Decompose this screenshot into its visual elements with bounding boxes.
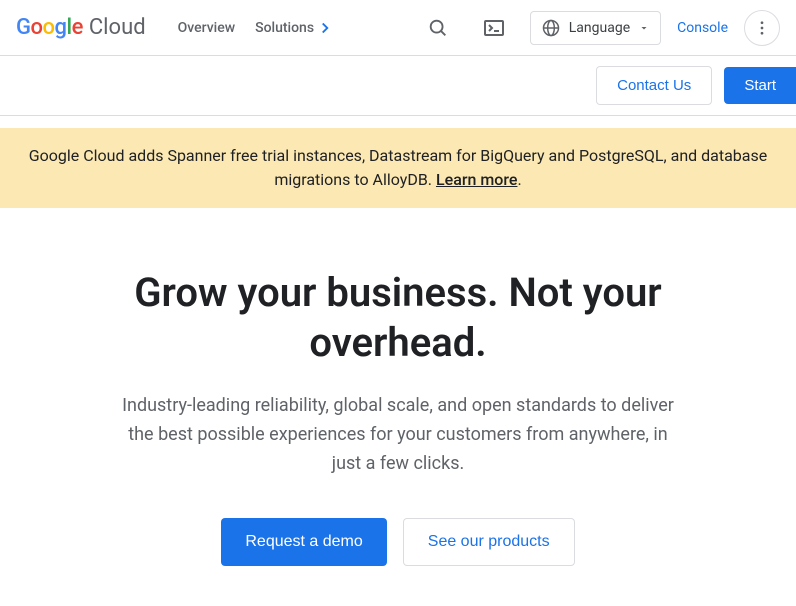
- nav-overview[interactable]: Overview: [178, 20, 235, 36]
- announcement-banner: Google Cloud adds Spanner free trial ins…: [0, 128, 796, 208]
- hero-subtitle: Industry-leading reliability, global sca…: [118, 392, 678, 478]
- hero-section: Grow your business. Not your overhead. I…: [0, 208, 796, 606]
- see-products-button[interactable]: See our products: [403, 518, 575, 566]
- nav-solutions[interactable]: Solutions: [255, 19, 334, 37]
- nav-solutions-label: Solutions: [255, 20, 314, 36]
- primary-nav: Overview Solutions: [178, 19, 334, 37]
- more-vertical-icon: [753, 19, 771, 37]
- contact-us-button[interactable]: Contact Us: [596, 66, 712, 105]
- language-label: Language: [569, 20, 630, 36]
- banner-period: .: [517, 170, 521, 189]
- more-menu-button[interactable]: [744, 10, 780, 46]
- hero-actions: Request a demo See our products: [80, 518, 716, 566]
- globe-icon: [541, 18, 561, 38]
- search-button[interactable]: [418, 8, 458, 48]
- language-selector[interactable]: Language: [530, 11, 661, 45]
- logo-cloud-text: Cloud: [89, 15, 146, 40]
- console-link[interactable]: Console: [677, 20, 728, 36]
- caret-down-icon: [638, 22, 650, 34]
- hero-title: Grow your business. Not your overhead.: [80, 268, 716, 368]
- terminal-icon: [482, 16, 506, 40]
- request-demo-button[interactable]: Request a demo: [221, 518, 386, 566]
- chevron-right-icon: [316, 19, 334, 37]
- banner-learn-more-link[interactable]: Learn more: [436, 170, 517, 189]
- cloud-shell-button[interactable]: [474, 8, 514, 48]
- logo[interactable]: Google Cloud: [16, 15, 146, 40]
- search-icon: [427, 17, 449, 39]
- logo-google-text: Google: [16, 15, 83, 40]
- start-free-button[interactable]: Start: [724, 67, 796, 104]
- nav-right: Language Console: [418, 8, 780, 48]
- sub-nav: Contact Us Start: [0, 56, 796, 116]
- banner-text: Google Cloud adds Spanner free trial ins…: [29, 146, 767, 189]
- top-nav: Google Cloud Overview Solutions Language…: [0, 0, 796, 56]
